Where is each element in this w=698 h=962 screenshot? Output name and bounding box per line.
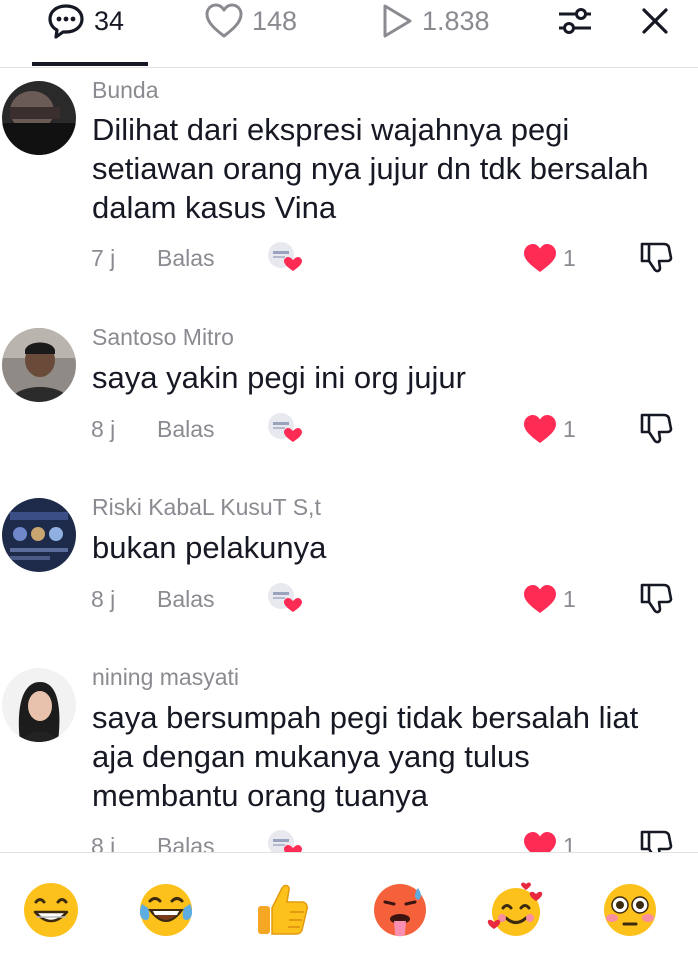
comments-header: 34 148 1.838 <box>0 0 698 68</box>
creator-liked-icon <box>265 581 305 615</box>
creator-liked-icon <box>265 828 305 852</box>
comment-time: 8 j <box>91 833 116 852</box>
comment-text: saya yakin pegi ini org jujur <box>92 360 466 395</box>
reply-button[interactable]: Balas <box>157 833 215 852</box>
grinning-face-icon[interactable] <box>21 880 81 940</box>
comment-text: Dilihat dari ekspresi wajahnya pegi seti… <box>92 112 649 225</box>
creator-liked-icon <box>265 411 305 445</box>
dislike-icon[interactable] <box>638 580 674 616</box>
smiling-face-with-hearts-icon[interactable] <box>486 880 546 940</box>
dislike-icon[interactable] <box>638 239 674 275</box>
reply-button[interactable]: Balas <box>157 586 215 613</box>
like-count: 1 <box>563 416 576 442</box>
tab-comments[interactable]: 34 <box>46 0 124 42</box>
thumbs-up-icon[interactable] <box>252 880 312 940</box>
flushed-face-icon[interactable] <box>600 880 660 940</box>
comment-item: Riski KabaL KusuT S,t bukan pelakunya 8 … <box>0 487 698 657</box>
comment-time: 7 j <box>91 245 116 271</box>
tab-likes[interactable]: 148 <box>204 0 297 42</box>
comment-time: 8 j <box>91 586 116 612</box>
hot-face-icon[interactable] <box>370 880 430 940</box>
like-heart-icon[interactable] <box>522 583 558 615</box>
like-heart-icon[interactable] <box>522 830 558 852</box>
filter-sliders-icon[interactable] <box>556 4 594 38</box>
likes-count: 148 <box>252 5 298 36</box>
views-count: 1.838 <box>422 5 490 36</box>
comment-username[interactable]: Bunda <box>92 77 159 104</box>
comment-username[interactable]: nining masyati <box>92 664 239 691</box>
reply-button[interactable]: Balas <box>157 416 215 443</box>
active-tab-indicator <box>32 62 148 66</box>
like-count: 1 <box>563 245 576 271</box>
tears-of-joy-icon[interactable] <box>136 880 196 940</box>
comment-item: nining masyati saya bersumpah pegi tidak… <box>0 657 698 852</box>
comment-text: saya bersumpah pegi tidak bersalah liat … <box>92 700 639 813</box>
comment-username[interactable]: Santoso Mitro <box>92 324 234 351</box>
comment-item: Santoso Mitro saya yakin pegi ini org ju… <box>0 317 698 487</box>
like-heart-icon[interactable] <box>522 413 558 445</box>
avatar[interactable] <box>2 498 76 572</box>
comments-count: 34 <box>94 5 125 36</box>
dislike-icon[interactable] <box>638 827 674 852</box>
like-count: 1 <box>563 833 576 852</box>
comment-list[interactable]: Bunda Dilihat dari ekspresi wajahnya peg… <box>0 69 698 852</box>
avatar[interactable] <box>2 668 76 742</box>
comment-item: Bunda Dilihat dari ekspresi wajahnya peg… <box>0 69 698 309</box>
tab-views[interactable]: 1.838 <box>380 0 490 42</box>
close-icon[interactable] <box>638 4 672 38</box>
dislike-icon[interactable] <box>638 410 674 446</box>
avatar[interactable] <box>2 328 76 402</box>
play-icon <box>380 2 414 40</box>
like-count: 1 <box>563 586 576 612</box>
comment-time: 8 j <box>91 416 116 442</box>
creator-liked-icon <box>265 240 305 274</box>
reply-button[interactable]: Balas <box>157 245 215 272</box>
heart-outline-icon <box>204 2 244 40</box>
quick-emoji-bar <box>0 852 698 962</box>
comment-bubble-icon <box>46 2 86 40</box>
comment-text: bukan pelakunya <box>92 530 327 565</box>
like-heart-icon[interactable] <box>522 242 558 274</box>
comment-username[interactable]: Riski KabaL KusuT S,t <box>92 494 321 521</box>
avatar[interactable] <box>2 81 76 155</box>
